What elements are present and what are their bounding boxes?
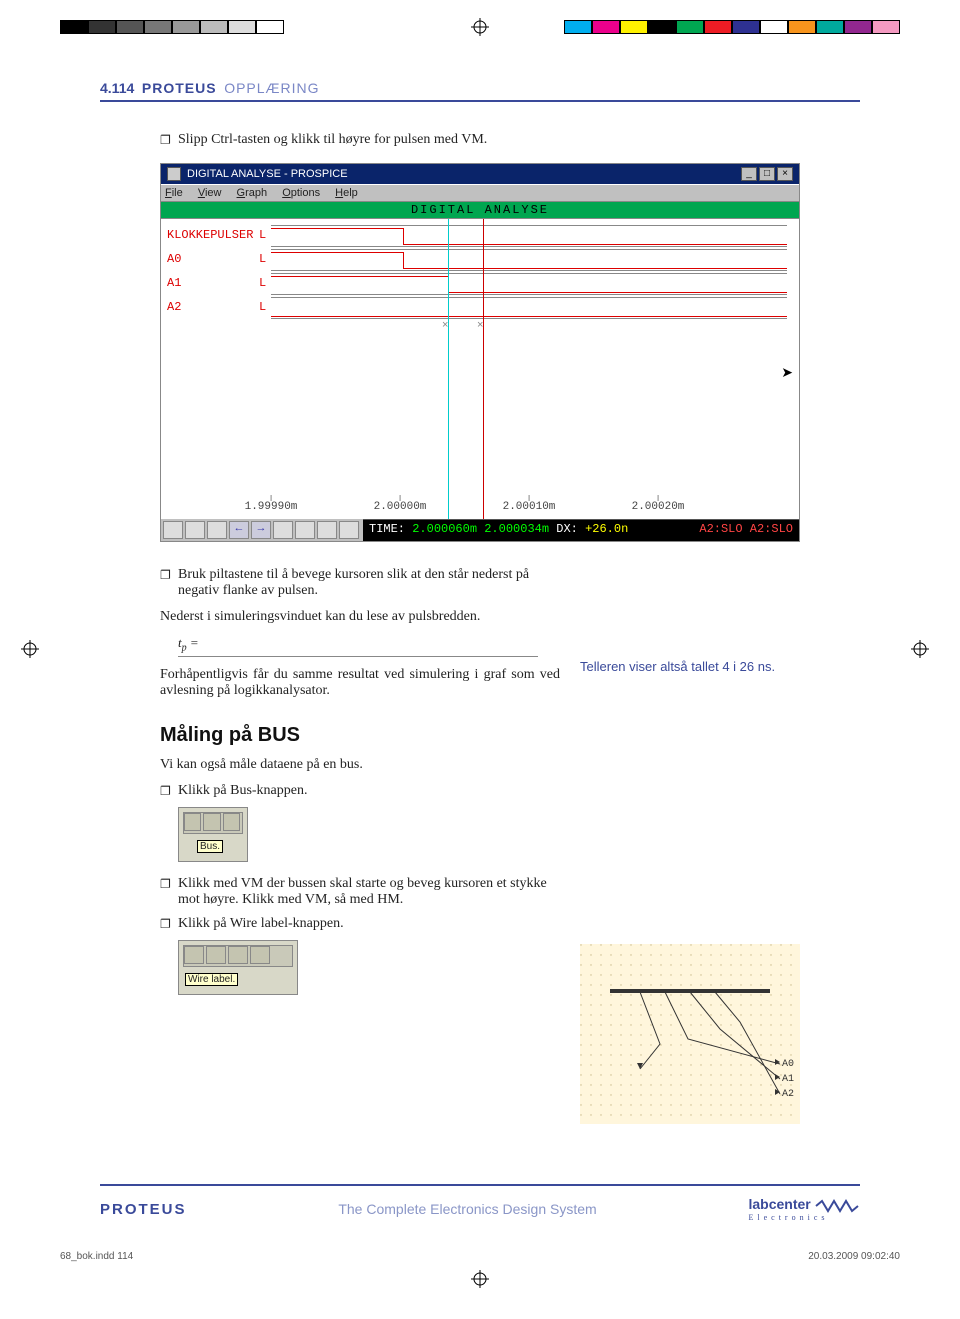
status-t1: 2.000060m bbox=[412, 522, 477, 536]
signal-label: A0 bbox=[167, 252, 181, 266]
bullet-item: Klikk på Bus-knappen. bbox=[160, 783, 560, 799]
cursor-mark-icon: × bbox=[442, 319, 448, 331]
signal-level: L bbox=[259, 228, 266, 242]
status-time-label: TIME: bbox=[369, 522, 405, 536]
footer-brand: PROTEUS bbox=[100, 1201, 187, 1218]
cursor-1[interactable] bbox=[448, 219, 449, 519]
bullet-text: Klikk med VM der bussen skal starte og b… bbox=[178, 876, 547, 907]
toolbar-arrow-right-icon[interactable]: → bbox=[251, 521, 271, 539]
bus-tool-thumbnail: Bus. bbox=[178, 807, 248, 862]
window-maximize-button[interactable]: □ bbox=[759, 167, 775, 181]
registration-mark-left bbox=[21, 640, 39, 658]
signal-label: KLOKKEPULSER bbox=[167, 228, 253, 242]
trace-row bbox=[271, 297, 787, 319]
schematic-label: A2 bbox=[782, 1089, 794, 1100]
window-app-icon bbox=[167, 167, 181, 181]
prospice-window: DIGITAL ANALYSE - PROSPICE _ □ × File Vi… bbox=[160, 163, 800, 542]
schematic-label: A0 bbox=[782, 1059, 794, 1070]
window-titlebar: DIGITAL ANALYSE - PROSPICE _ □ × bbox=[161, 164, 799, 184]
menu-options[interactable]: Options bbox=[282, 187, 320, 199]
toolbar-zoom-fit-icon[interactable] bbox=[317, 521, 337, 539]
schematic-fragment: A0 A1 A2 bbox=[580, 944, 800, 1124]
menu-view[interactable]: View bbox=[198, 187, 222, 199]
cursor-mark-icon: × bbox=[477, 319, 483, 331]
toolbar-button[interactable] bbox=[207, 521, 227, 539]
footer-tagline: The Complete Electronics Design System bbox=[338, 1201, 596, 1217]
menu-help[interactable]: Help bbox=[335, 187, 358, 199]
cursor-2[interactable] bbox=[483, 219, 484, 519]
trace-row bbox=[271, 225, 787, 247]
signal-level: L bbox=[259, 276, 266, 290]
mouse-cursor-icon: ➤ bbox=[781, 364, 793, 381]
menu-file[interactable]: File bbox=[165, 187, 183, 199]
toolbar-button[interactable] bbox=[185, 521, 205, 539]
bullet-item: Klikk med VM der bussen skal starte og b… bbox=[160, 876, 560, 908]
window-close-button[interactable]: × bbox=[777, 167, 793, 181]
chart-title: DIGITAL ANALYSE bbox=[161, 202, 799, 219]
bullet-text: Slipp Ctrl-tasten og klikk til høyre for… bbox=[178, 132, 487, 147]
toolbar-button[interactable] bbox=[163, 521, 183, 539]
signal-label: A2 bbox=[167, 300, 181, 314]
bullet-text: Klikk på Bus-knappen. bbox=[178, 783, 307, 798]
print-footer: 68_bok.indd 114 20.03.2009 09:02:40 bbox=[60, 1251, 900, 1262]
toolbar-arrow-left-icon[interactable]: ← bbox=[229, 521, 249, 539]
schematic-label: A1 bbox=[782, 1074, 794, 1085]
trace-row bbox=[271, 249, 787, 271]
window-statusbar: TIME: 2.000060m 2.000034m DX: +26.0n A2:… bbox=[363, 519, 799, 541]
window-minimize-button[interactable]: _ bbox=[741, 167, 757, 181]
window-toolbar: ← → bbox=[161, 519, 363, 541]
chart-x-axis: 1.99990m 2.00000m 2.00010m 2.00020m bbox=[271, 501, 787, 519]
paragraph: Forhåpentligvis får du samme resultat ve… bbox=[160, 667, 560, 699]
labcenter-logo: labcenter bbox=[749, 1196, 811, 1212]
status-right: A2:SLO A2:SLO bbox=[699, 522, 793, 539]
bullet-item: Bruk piltastene til å bevege kursoren sl… bbox=[160, 567, 560, 599]
window-menubar: File View Graph Options Help bbox=[161, 184, 799, 202]
paragraph: Nederst i simuleringsvinduet kan du lese… bbox=[160, 609, 560, 625]
bullet-text: Klikk på Wire label-knappen. bbox=[178, 916, 344, 931]
header-section: OPPLÆRING bbox=[224, 80, 319, 96]
print-date: 20.03.2009 09:02:40 bbox=[808, 1251, 900, 1262]
chart-area[interactable]: KLOKKEPULSER L A0 L A1 L A2 L × bbox=[161, 219, 799, 519]
x-tick: 2.00000m bbox=[374, 501, 427, 513]
page-number: 4.114 bbox=[100, 80, 134, 96]
x-tick: 2.00010m bbox=[503, 501, 556, 513]
registration-mark-top bbox=[471, 18, 489, 36]
page-footer: PROTEUS The Complete Electronics Design … bbox=[100, 1184, 860, 1222]
bullet-item: Klikk på Wire label-knappen. bbox=[160, 916, 560, 932]
header-brand: PROTEUS bbox=[142, 80, 217, 96]
status-dx-label: DX: bbox=[556, 522, 578, 536]
window-title-text: DIGITAL ANALYSE - PROSPICE bbox=[187, 168, 348, 180]
registration-mark-right bbox=[911, 640, 929, 658]
toolbar-zoom-in-icon[interactable] bbox=[273, 521, 293, 539]
status-dx: +26.0n bbox=[585, 522, 628, 536]
x-tick: 2.00020m bbox=[632, 501, 685, 513]
trace-row bbox=[271, 273, 787, 295]
wirelabel-tool-thumbnail: Wire label. bbox=[178, 940, 298, 995]
paragraph: Vi kan også måle dataene på en bus. bbox=[160, 757, 560, 773]
signal-level: L bbox=[259, 252, 266, 266]
bullet-text: Bruk piltastene til å bevege kursoren sl… bbox=[178, 567, 529, 598]
page-header: 4.114 PROTEUS OPPLÆRING bbox=[100, 80, 860, 102]
toolbar-zoom-out-icon[interactable] bbox=[295, 521, 315, 539]
print-reg-bar-left bbox=[60, 20, 284, 34]
teller-note: Telleren viser altså tallet 4 i 26 ns. bbox=[580, 659, 800, 674]
signal-level: L bbox=[259, 300, 266, 314]
bullet-item: Slipp Ctrl-tasten og klikk til høyre for… bbox=[160, 132, 800, 148]
x-tick: 1.99990m bbox=[245, 501, 298, 513]
registration-mark-bottom bbox=[471, 1270, 489, 1288]
section-heading: Måling på BUS bbox=[160, 724, 560, 747]
print-reg-bar-right bbox=[564, 20, 900, 34]
bus-tool-tooltip: Bus. bbox=[197, 840, 223, 853]
toolbar-zoom-area-icon[interactable] bbox=[339, 521, 359, 539]
signal-label: A1 bbox=[167, 276, 181, 290]
tp-fillin-line: tp = bbox=[178, 635, 538, 657]
menu-graph[interactable]: Graph bbox=[237, 187, 268, 199]
status-t2: 2.000034m bbox=[484, 522, 549, 536]
labcenter-sub: E l e c t r o n i c s bbox=[749, 1213, 861, 1222]
print-file: 68_bok.indd 114 bbox=[60, 1251, 133, 1262]
wirelabel-tool-tooltip: Wire label. bbox=[185, 973, 238, 986]
